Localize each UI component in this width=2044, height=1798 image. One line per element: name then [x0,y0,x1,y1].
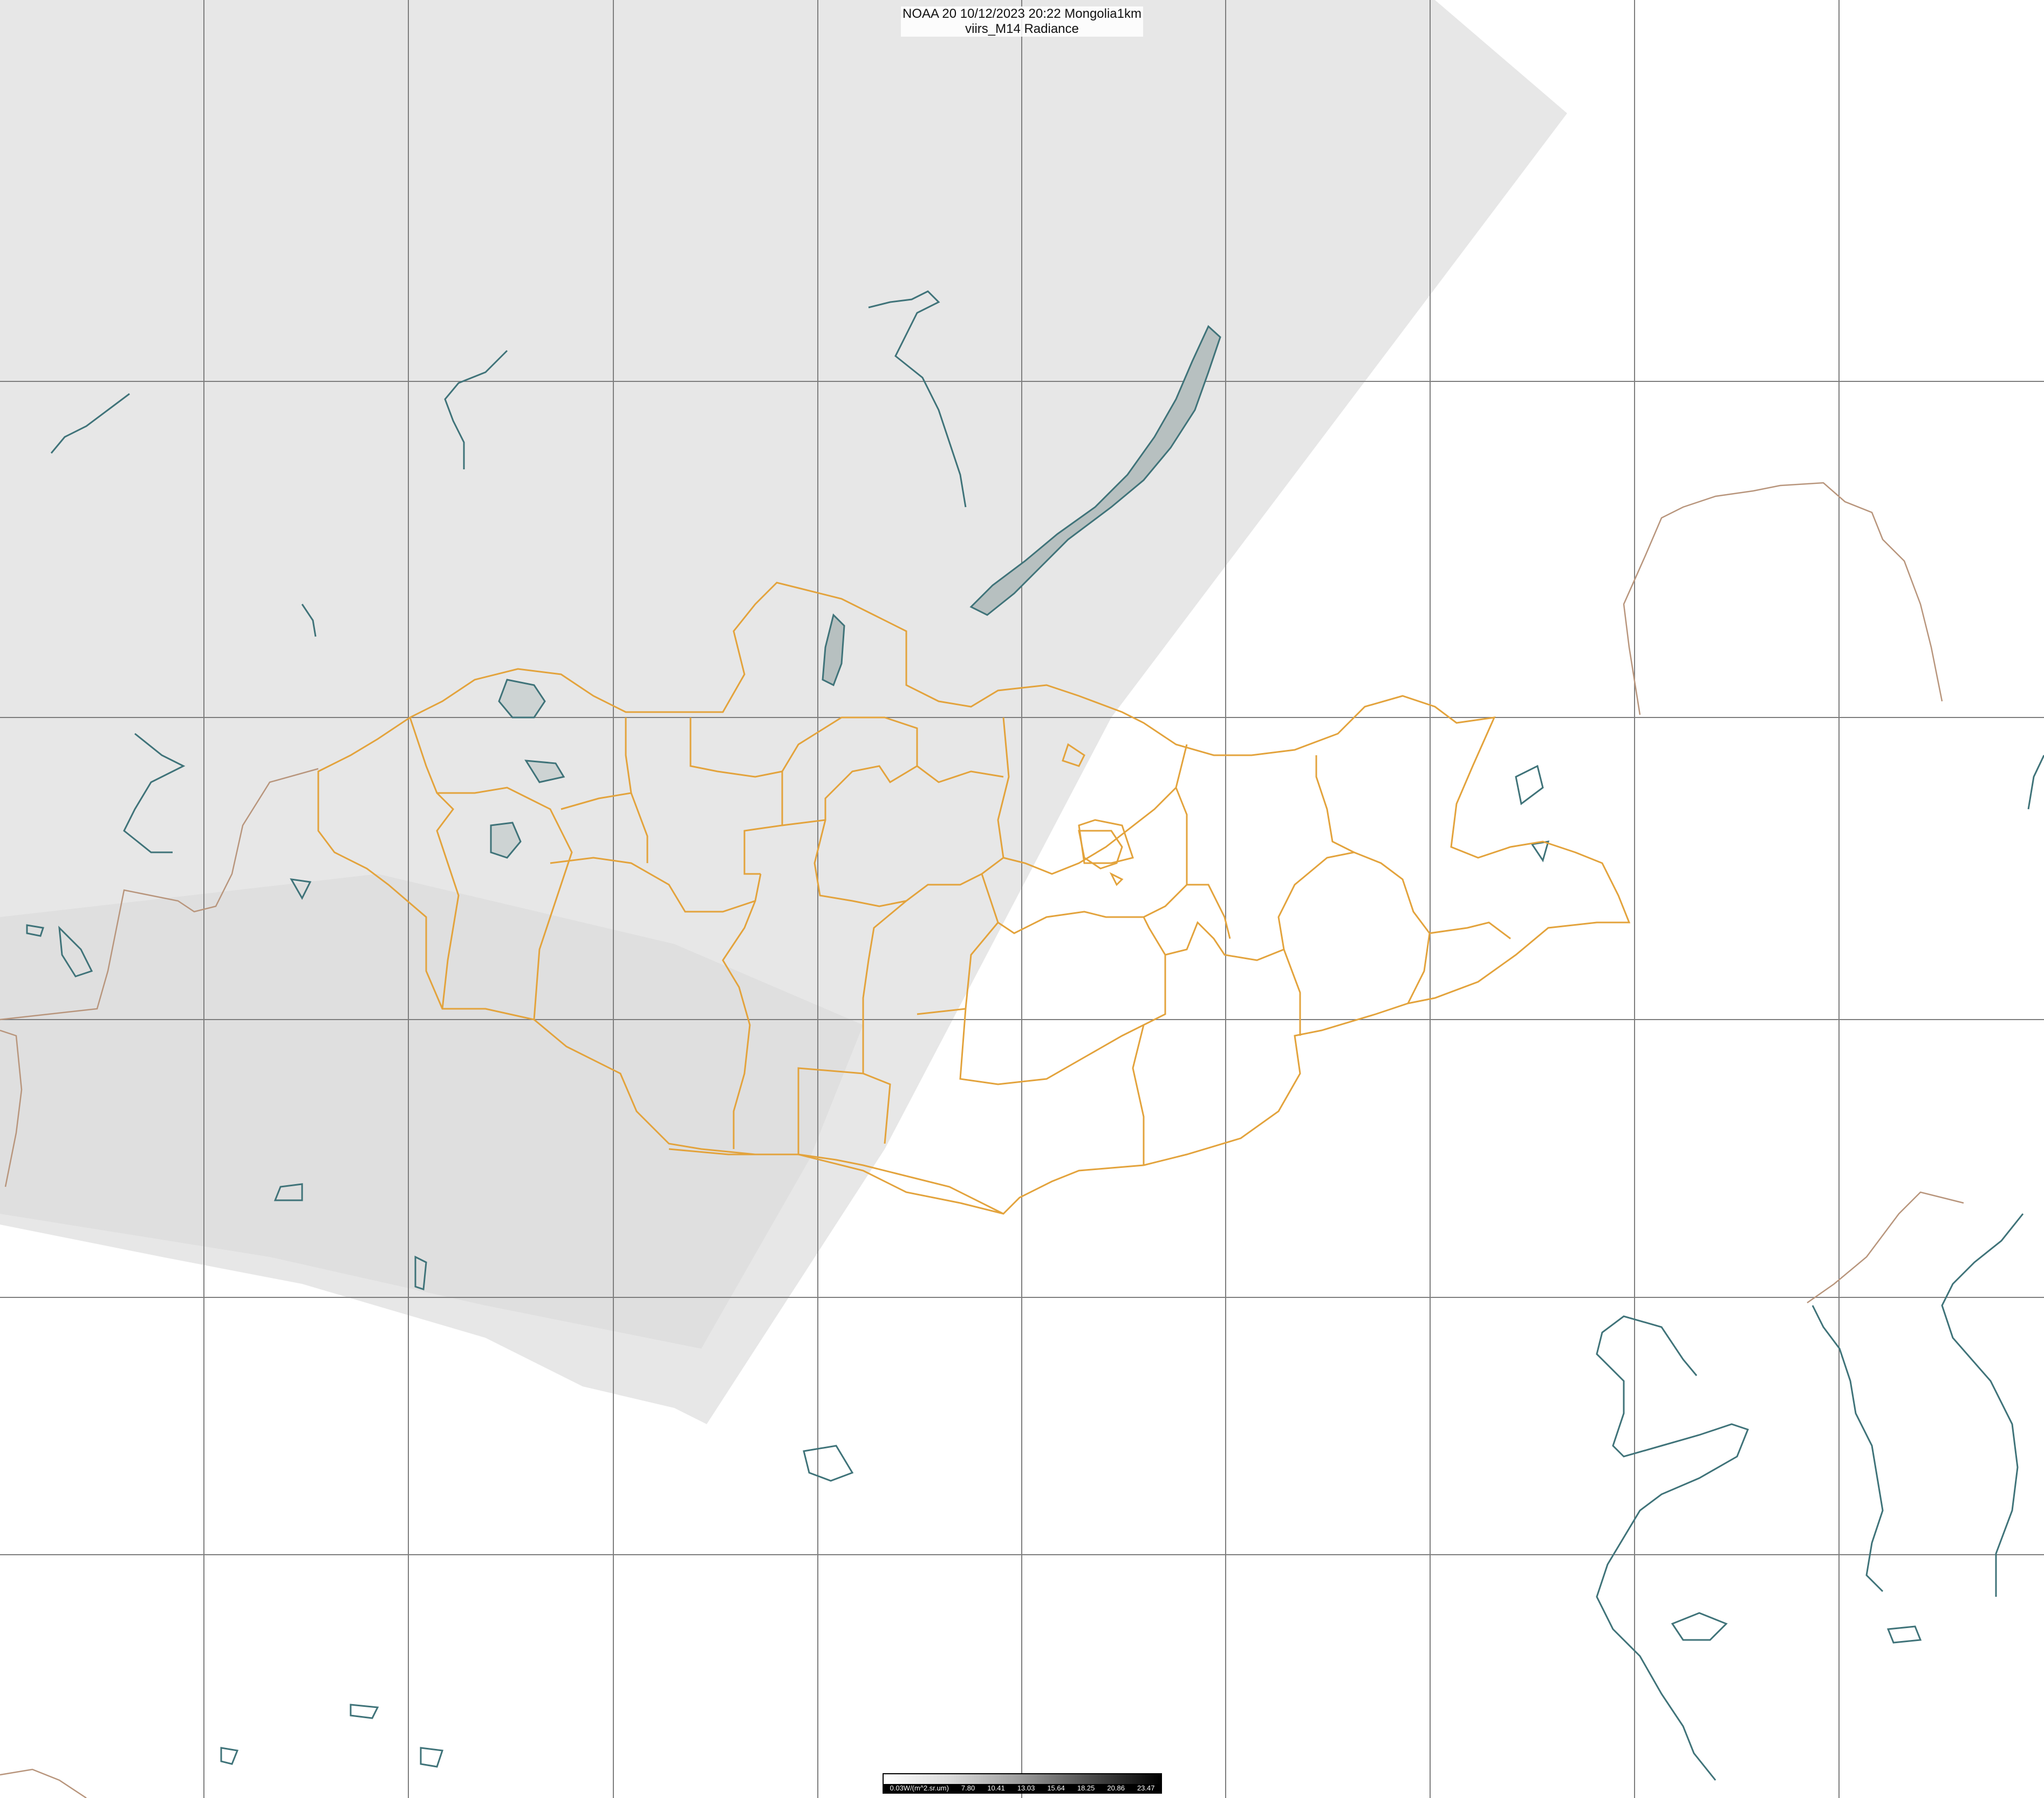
title-line-1: NOAA 20 10/12/2023 20:22 Mongolia1km [901,6,1143,22]
coast-shandong [1671,1612,1728,1641]
coast-bohai [1596,1315,1749,1781]
lake-south-a [803,1445,854,1482]
colorbar-labels: 0.03W/(m^2.sr.um) 7.80 10.41 13.03 15.64… [884,1784,1161,1793]
coastlines [1596,755,2044,1781]
lake-south-c [420,1747,444,1768]
coast-korea-west [1811,1305,1884,1592]
border-far-south [0,1768,87,1798]
lake-dalai-nur [1515,764,1544,805]
province-line [1132,1024,1145,1165]
map-canvas [0,0,2044,1798]
province-line [1277,755,1357,950]
colorbar-tick: 7.80 [961,1784,975,1792]
satellite-map: NOAA 20 10/12/2023 20:22 Mongolia1km vii… [0,0,2044,1798]
colorbar-gradient [884,1774,1161,1784]
colorbar-tick: 23.47 [1137,1784,1155,1792]
province-line [1165,921,1301,1036]
province-line [1353,851,1431,1004]
map-title: NOAA 20 10/12/2023 20:22 Mongolia1km vii… [901,6,1143,37]
border-manchuria [1623,482,1943,715]
coast-amur [2027,755,2044,810]
colorbar-tick: 20.86 [1107,1784,1125,1792]
colorbar-tick: 13.03 [1017,1784,1035,1792]
colorbar-unit: 0.03W/(m^2.sr.um) [890,1784,949,1792]
province-line [1078,819,1134,864]
colorbar-tick: 15.64 [1047,1784,1065,1792]
lake-south-b [350,1704,379,1719]
lake-south-e [1886,1625,1922,1644]
lake-buir [1530,840,1550,863]
colorbar-tick: 18.25 [1077,1784,1095,1792]
border-korea [1807,1191,1964,1304]
province-line [1429,921,1511,940]
coast-korea-east [1941,1213,2024,1597]
province-line [1109,872,1124,886]
title-line-2: viirs_M14 Radiance [901,22,1143,37]
colorbar-legend: 0.03W/(m^2.sr.um) 7.80 10.41 13.03 15.64… [883,1773,1162,1794]
colorbar-tick: 10.41 [987,1784,1005,1792]
lake-south-d [220,1747,239,1765]
province-line [1187,884,1231,939]
